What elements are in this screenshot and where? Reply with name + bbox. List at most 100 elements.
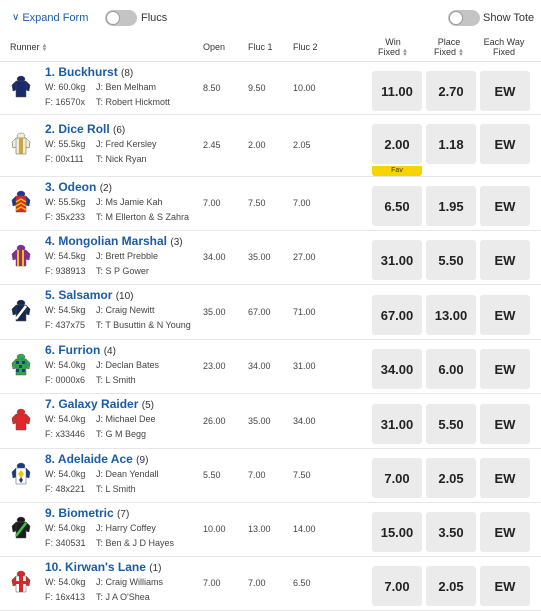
runner-jockey: J: Declan Bates [96,360,160,370]
win-fixed-odds-button[interactable]: 31.00 [372,240,422,280]
runner-name-link[interactable]: 5. Salsamor (10) [45,288,134,302]
show-tote-toggle[interactable] [448,10,480,26]
runner-name: 2. Dice Roll [45,122,110,136]
each-way-button[interactable]: EW [480,240,530,280]
runner-row: 4. Mongolian Marshal (3) W: 54.5kg J: Br… [0,231,541,285]
place-fixed-odds-button[interactable]: 2.05 [426,458,476,498]
runner-jockey: J: Harry Coffey [96,523,156,533]
place-fixed-odds-button[interactable]: 5.50 [426,404,476,444]
barrier-number: (7) [117,509,130,520]
fluc2-price: 2.05 [293,140,311,150]
table-header: Runner ▲ ▼ Open Fluc 1 Fluc 2 Win Fixed ▲ ▼ … [0,36,541,62]
win-fixed-odds-button[interactable]: 7.00 [372,566,422,606]
each-way-button[interactable]: EW [480,566,530,606]
place-fixed-odds-button[interactable]: 1.18 [426,124,476,164]
barrier-number: (6) [113,125,126,136]
win-fixed-column-header[interactable]: Win Fixed ▲ ▼ [368,37,418,58]
each-way-button[interactable]: EW [480,71,530,111]
runner-name: 4. Mongolian Marshal [45,234,168,248]
win-fixed-odds-button[interactable]: 11.00 [372,71,422,111]
win-header-line1: Win [385,37,401,47]
runner-name-link[interactable]: 8. Adelaide Ace (9) [45,452,148,466]
runner-column-header[interactable]: Runner ▲ ▼ [10,42,48,53]
runner-weight: W: 54.5kg [45,305,86,315]
runner-jockey: J: Ben Melham [96,82,157,92]
fluc1-price: 7.50 [248,198,266,208]
runner-name-link[interactable]: 1. Buckhurst (8) [45,65,133,79]
runner-name-link[interactable]: 10. Kirwan's Lane (1) [45,560,161,574]
runner-row: 8. Adelaide Ace (9) W: 54.0kg J: Dean Ye… [0,449,541,503]
fluc2-price: 10.00 [293,83,316,93]
runner-name-link[interactable]: 2. Dice Roll (6) [45,122,125,136]
runner-name: 10. Kirwan's Lane [45,560,146,574]
place-fixed-odds-button[interactable]: 5.50 [426,240,476,280]
runner-trainer: T: L Smith [96,375,136,385]
each-way-button[interactable]: EW [480,512,530,552]
each-way-button[interactable]: EW [480,404,530,444]
sort-icon: ▲ ▼ [402,47,408,58]
runner-name-link[interactable]: 6. Furrion (4) [45,343,116,357]
runner-trainer: T: M Ellerton & S Zahra [96,212,190,222]
fluc2-price: 27.00 [293,252,316,262]
form-toolbar: ∨ Expand Form Flucs Show Tote [0,0,541,36]
flucs-toggle[interactable] [105,10,137,26]
runner-name: 6. Furrion [45,343,101,357]
runner-form: F: 938913 [45,266,86,276]
fluc1-price: 13.00 [248,524,271,534]
fluc2-price: 31.00 [293,361,316,371]
runner-name-link[interactable]: 4. Mongolian Marshal (3) [45,234,183,248]
toggle-knob [106,11,120,25]
runner-form: F: 35x233 [45,212,86,222]
each-way-button[interactable]: EW [480,186,530,226]
runner-jockey: J: Brett Prebble [96,251,159,261]
place-fixed-odds-button[interactable]: 13.00 [426,295,476,335]
expand-form-link[interactable]: ∨ Expand Form [12,12,88,24]
sort-icon: ▲ ▼ [41,42,48,53]
win-fixed-odds-button[interactable]: 34.00 [372,349,422,389]
runner-form: F: 48x221 [45,484,86,494]
each-way-button[interactable]: EW [480,349,530,389]
runner-name-link[interactable]: 3. Odeon (2) [45,180,112,194]
open-price: 34.00 [203,252,226,262]
runner-weight: W: 60.0kg [45,82,86,92]
each-way-button[interactable]: EW [480,124,530,164]
runner-name: 1. Buckhurst [45,65,118,79]
barrier-number: (4) [103,346,116,357]
runner-trainer: T: Robert Hickmott [96,97,171,107]
win-fixed-odds-button[interactable]: 6.50 [372,186,422,226]
runner-name-link[interactable]: 9. Biometric (7) [45,506,129,520]
place-fixed-odds-button[interactable]: 6.00 [426,349,476,389]
each-way-button[interactable]: EW [480,458,530,498]
runner-row: 6. Furrion (4) W: 54.0kg J: Declan Bates… [0,340,541,394]
open-price: 8.50 [203,83,221,93]
ew-header-line1: Each Way [483,37,525,47]
win-fixed-odds-button[interactable]: 31.00 [372,404,422,444]
runner-jockey: J: Michael Dee [96,414,156,424]
win-fixed-odds-button[interactable]: 67.00 [372,295,422,335]
runner-name-link[interactable]: 7. Galaxy Raider (5) [45,397,154,411]
place-fixed-odds-button[interactable]: 2.05 [426,566,476,606]
fluc2-price: 14.00 [293,524,316,534]
place-fixed-odds-button[interactable]: 3.50 [426,512,476,552]
fluc1-price: 7.00 [248,470,266,480]
runner-trainer: T: T Busuttin & N Young [96,320,191,330]
runner-form: F: 16x413 [45,592,86,602]
runner-form: F: 00x111 [45,154,84,164]
barrier-number: (10) [115,291,134,302]
jockey-silk-icon [10,462,32,490]
runner-weight: W: 55.5kg [45,139,86,149]
open-price: 7.00 [203,578,221,588]
fluc2-price: 7.00 [293,198,311,208]
win-fixed-odds-button[interactable]: 2.00 [372,124,422,164]
open-price: 7.00 [203,198,221,208]
place-fixed-odds-button[interactable]: 1.95 [426,186,476,226]
runner-jockey: J: Craig Williams [96,577,164,587]
win-fixed-odds-button[interactable]: 15.00 [372,512,422,552]
open-price: 2.45 [203,140,221,150]
runner-row: 2. Dice Roll (6) W: 55.5kg J: Fred Kersl… [0,115,541,177]
win-fixed-odds-button[interactable]: 7.00 [372,458,422,498]
place-fixed-odds-button[interactable]: 2.70 [426,71,476,111]
barrier-number: (1) [149,563,162,574]
place-fixed-column-header[interactable]: Place Fixed ▲ ▼ [424,37,474,58]
each-way-button[interactable]: EW [480,295,530,335]
